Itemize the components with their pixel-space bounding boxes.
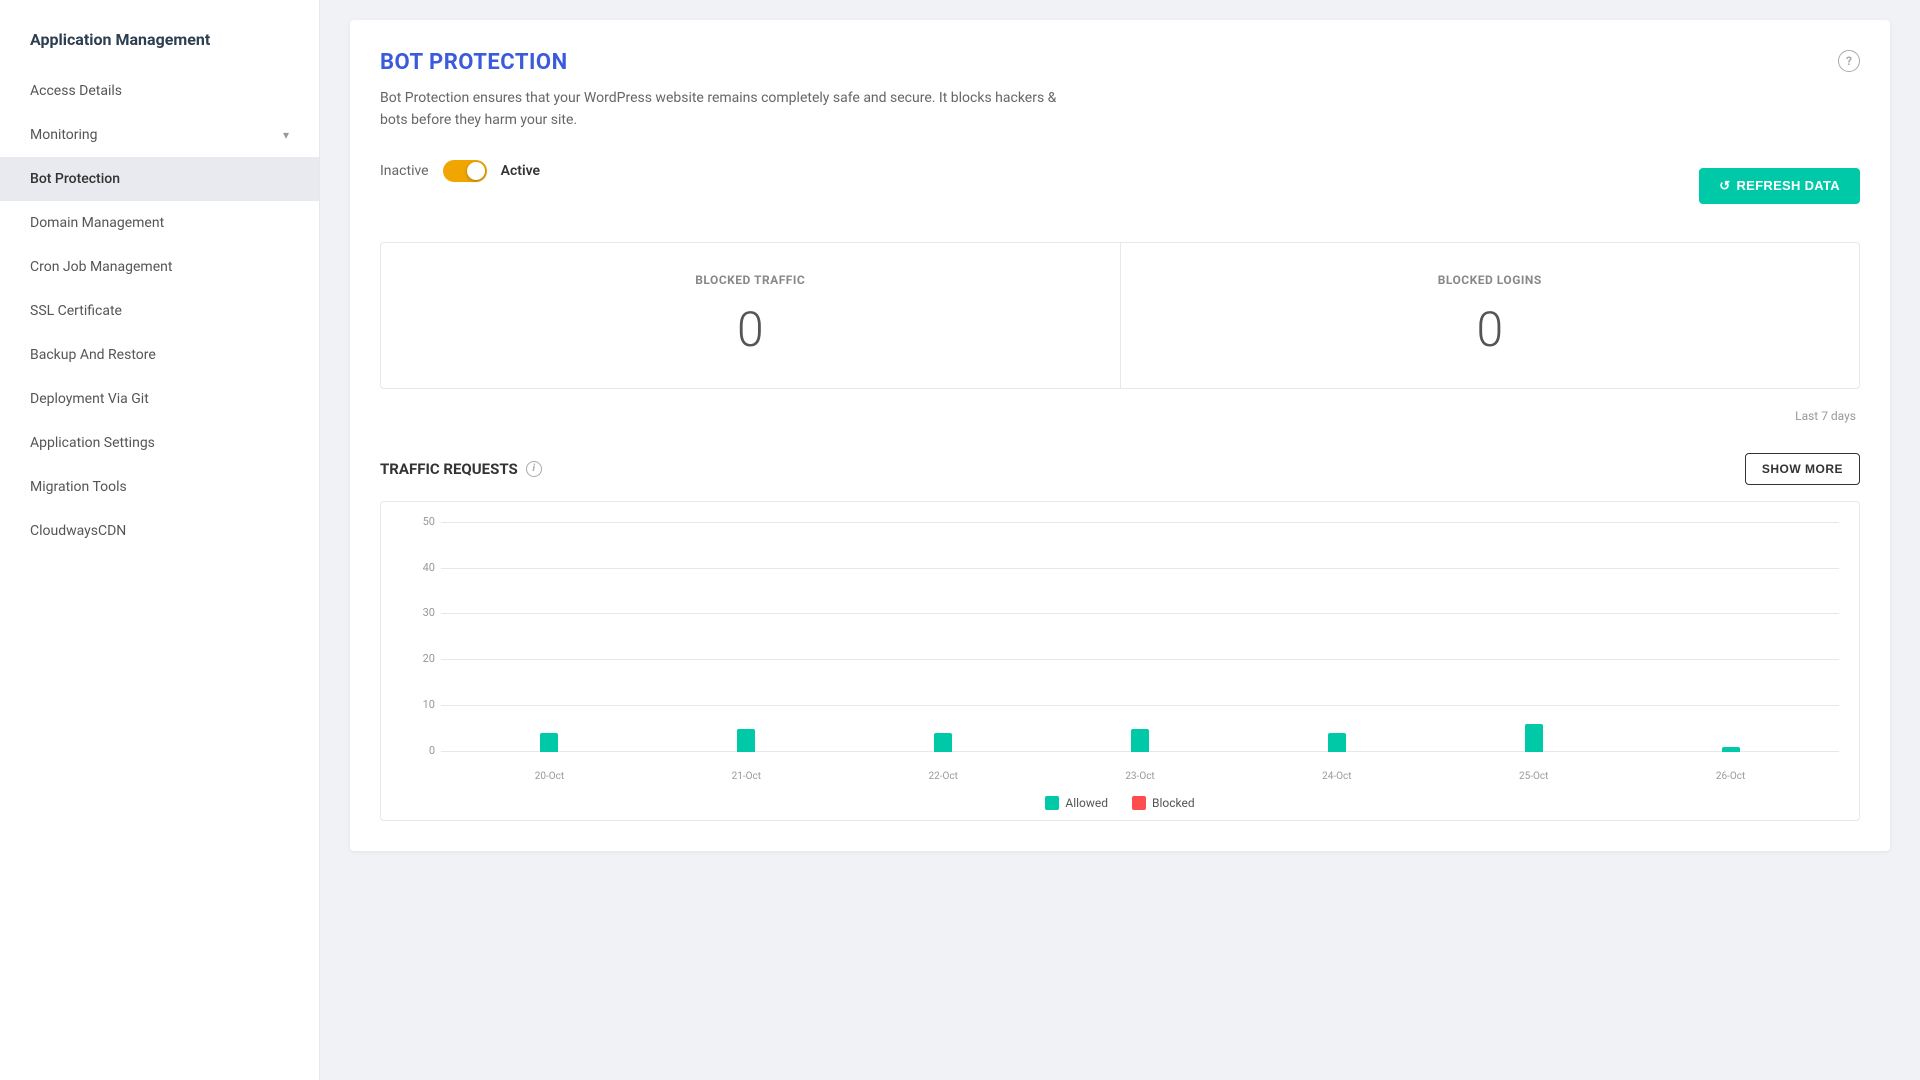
x-label: 22-Oct xyxy=(845,771,1042,782)
bar-wrapper xyxy=(1525,724,1543,752)
sidebar-title: Application Management xyxy=(0,30,319,69)
sidebar-item-application-settings[interactable]: Application Settings xyxy=(0,421,319,465)
sidebar-label-ssl-certificate: SSL Certificate xyxy=(30,303,122,319)
bar-group xyxy=(1435,724,1632,752)
bar-group xyxy=(1632,747,1829,752)
legend-blocked-dot xyxy=(1132,796,1146,810)
legend-allowed-dot xyxy=(1045,796,1059,810)
stat-blocked-traffic: BLOCKED TRAFFIC 0 xyxy=(381,243,1121,388)
bar-wrapper xyxy=(1328,733,1346,751)
legend-allowed: Allowed xyxy=(1045,796,1108,810)
chart-container: 50 40 30 20 10 0 20-Oct21-Oct22-Oct23-Oc… xyxy=(380,501,1860,821)
bars-area xyxy=(441,522,1839,752)
bar-group xyxy=(451,733,648,751)
sidebar-label-migration-tools: Migration Tools xyxy=(30,479,127,495)
bar-wrapper xyxy=(737,729,755,752)
sidebar-label-monitoring: Monitoring xyxy=(30,127,98,143)
bar-allowed xyxy=(1722,747,1740,752)
legend-blocked-label: Blocked xyxy=(1152,796,1195,810)
x-label: 24-Oct xyxy=(1238,771,1435,782)
bar-group xyxy=(1238,733,1435,751)
sidebar-label-deployment-via-git: Deployment Via Git xyxy=(30,391,149,407)
bar-group xyxy=(1042,729,1239,752)
toggle-thumb xyxy=(467,162,485,180)
sidebar-label-domain-management: Domain Management xyxy=(30,215,164,231)
traffic-section-title: TRAFFIC REQUESTS i xyxy=(380,460,542,478)
blocked-logins-label: BLOCKED LOGINS xyxy=(1141,273,1840,287)
bar-group xyxy=(845,733,1042,751)
page-title: BOT PROTECTION xyxy=(380,50,1838,75)
blocked-traffic-label: BLOCKED TRAFFIC xyxy=(401,273,1100,287)
refresh-icon: ↺ xyxy=(1719,178,1730,194)
sidebar-item-cloudwayscdn[interactable]: CloudwaysCDN xyxy=(0,509,319,553)
bar-wrapper xyxy=(540,733,558,751)
blocked-logins-value: 0 xyxy=(1141,301,1840,358)
page-description: Bot Protection ensures that your WordPre… xyxy=(380,87,1080,132)
x-label: 23-Oct xyxy=(1042,771,1239,782)
sidebar-label-application-settings: Application Settings xyxy=(30,435,155,451)
x-label: 21-Oct xyxy=(648,771,845,782)
active-label: Active xyxy=(501,163,540,179)
sidebar-item-bot-protection[interactable]: Bot Protection xyxy=(0,157,319,201)
bar-allowed xyxy=(934,733,952,751)
sidebar: Application Management Access Details Mon… xyxy=(0,0,320,1080)
x-label: 26-Oct xyxy=(1632,771,1829,782)
bar-allowed xyxy=(540,733,558,751)
help-icon[interactable]: ? xyxy=(1838,50,1860,72)
sidebar-label-backup-and-restore: Backup And Restore xyxy=(30,347,156,363)
sidebar-label-cron-job-management: Cron Job Management xyxy=(30,259,172,275)
bar-allowed xyxy=(1328,733,1346,751)
inactive-label: Inactive xyxy=(380,163,429,179)
bar-wrapper xyxy=(934,733,952,751)
toggle-row: Inactive Active xyxy=(380,160,540,182)
stat-blocked-logins: BLOCKED LOGINS 0 xyxy=(1121,243,1860,388)
last-updated: Last 7 days xyxy=(380,409,1860,423)
traffic-title-text: TRAFFIC REQUESTS xyxy=(380,460,518,478)
legend-blocked: Blocked xyxy=(1132,796,1195,810)
main-content: BOT PROTECTION Bot Protection ensures th… xyxy=(320,0,1920,1080)
traffic-info-icon[interactable]: i xyxy=(526,461,542,477)
chart-x-labels: 20-Oct21-Oct22-Oct23-Oct24-Oct25-Oct26-O… xyxy=(441,771,1839,782)
chart-area: 50 40 30 20 10 0 20-Oct21-Oct22-Oct23-Oc… xyxy=(401,522,1839,782)
stats-section: BLOCKED TRAFFIC 0 BLOCKED LOGINS 0 xyxy=(380,242,1860,389)
sidebar-label-access-details: Access Details xyxy=(30,83,122,99)
blocked-traffic-value: 0 xyxy=(401,301,1100,358)
sidebar-label-cloudwayscdn: CloudwaysCDN xyxy=(30,523,126,539)
chevron-down-icon: ▾ xyxy=(283,128,289,142)
refresh-button-label: REFRESH DATA xyxy=(1736,178,1840,193)
show-more-button[interactable]: SHOW MORE xyxy=(1745,453,1860,485)
x-label: 20-Oct xyxy=(451,771,648,782)
bar-wrapper xyxy=(1131,729,1149,752)
bar-allowed xyxy=(737,729,755,752)
sidebar-item-domain-management[interactable]: Domain Management xyxy=(0,201,319,245)
sidebar-item-monitoring[interactable]: Monitoring ▾ xyxy=(0,113,319,157)
bar-allowed xyxy=(1525,724,1543,752)
chart-legend: Allowed Blocked xyxy=(401,796,1839,810)
sidebar-item-deployment-via-git[interactable]: Deployment Via Git xyxy=(0,377,319,421)
bar-group xyxy=(648,729,845,752)
content-card: BOT PROTECTION Bot Protection ensures th… xyxy=(350,20,1890,851)
sidebar-item-migration-tools[interactable]: Migration Tools xyxy=(0,465,319,509)
sidebar-item-ssl-certificate[interactable]: SSL Certificate xyxy=(0,289,319,333)
bar-allowed xyxy=(1131,729,1149,752)
x-label: 25-Oct xyxy=(1435,771,1632,782)
sidebar-item-access-details[interactable]: Access Details xyxy=(0,69,319,113)
toggle-refresh-row: Inactive Active ↺ REFRESH DATA xyxy=(380,160,1860,212)
sidebar-item-cron-job-management[interactable]: Cron Job Management xyxy=(0,245,319,289)
sidebar-label-bot-protection: Bot Protection xyxy=(30,171,120,187)
traffic-section-header: TRAFFIC REQUESTS i SHOW MORE xyxy=(380,453,1860,485)
refresh-button[interactable]: ↺ REFRESH DATA xyxy=(1699,168,1860,204)
sidebar-item-backup-and-restore[interactable]: Backup And Restore xyxy=(0,333,319,377)
bot-protection-toggle[interactable] xyxy=(443,160,487,182)
bar-wrapper xyxy=(1722,747,1740,752)
legend-allowed-label: Allowed xyxy=(1065,796,1108,810)
